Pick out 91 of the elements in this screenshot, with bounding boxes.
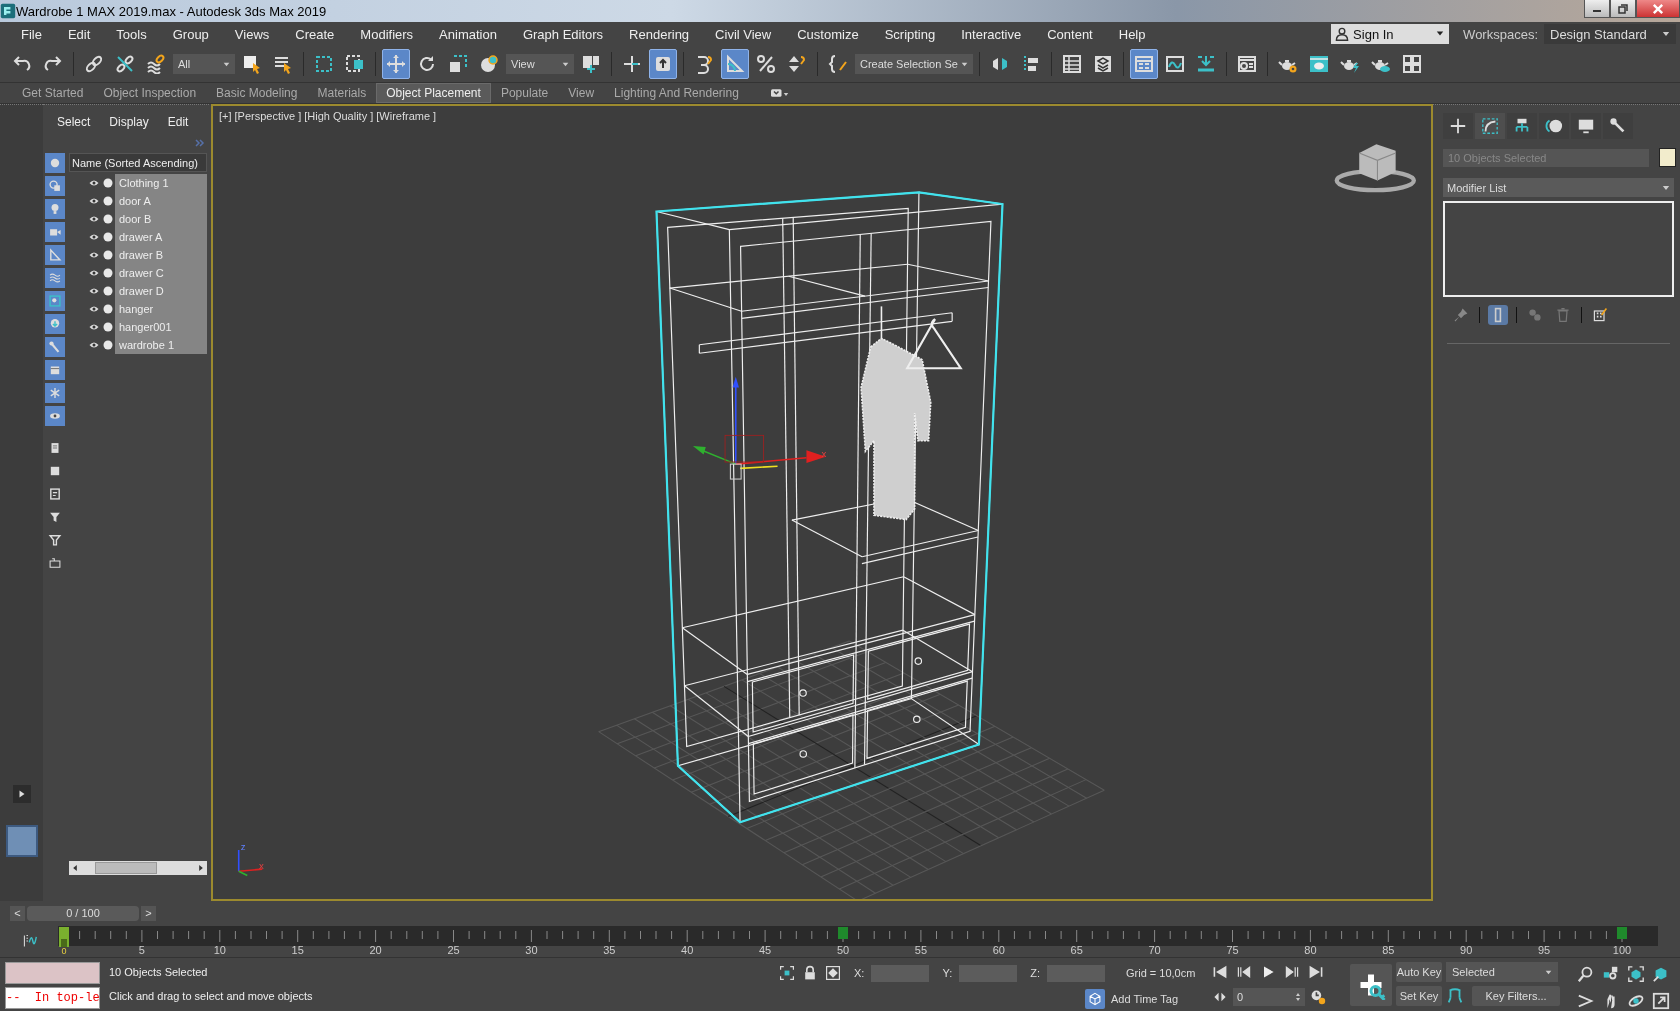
object-name[interactable]: hanger001 <box>115 318 207 336</box>
frame-label: 90 <box>1460 944 1473 956</box>
coordinate-label: X: <box>854 967 865 979</box>
menu-item[interactable]: Modifiers <box>347 26 427 42</box>
object-name[interactable]: hanger <box>115 300 207 318</box>
workspaces-dropdown[interactable]: Design Standard <box>1544 24 1676 44</box>
menu-item[interactable]: Scripting <box>871 26 949 42</box>
viewport-menu[interactable]: [Perspective ] <box>234 110 302 122</box>
menu-item[interactable]: Civil View <box>702 26 785 42</box>
selection-filter-dropdown[interactable]: All <box>173 54 235 74</box>
time-slider-thumb[interactable]: 0 / 100 <box>27 905 139 921</box>
frame-label: 45 <box>758 944 772 956</box>
object-name[interactable]: drawer B <box>115 246 207 264</box>
menu-item[interactable]: File <box>8 26 55 42</box>
menu-item[interactable]: Help <box>1105 26 1159 42</box>
key-filters-button[interactable]: Key Filters... <box>1472 986 1560 1006</box>
axis-label: x <box>259 860 264 872</box>
set-key-button[interactable]: Set Key <box>1396 986 1442 1006</box>
frame-label: 30 <box>525 944 538 956</box>
sign-in-button[interactable]: Sign In <box>1331 24 1450 44</box>
object-name[interactable]: door A <box>115 192 207 210</box>
add-time-tag-label[interactable]: Add Time Tag <box>1111 993 1179 1005</box>
frame-label: 35 <box>603 944 616 956</box>
coordinate-label: Z: <box>1030 967 1040 979</box>
menu-item[interactable]: Customize <box>784 26 872 42</box>
explorer-menu[interactable]: Display <box>109 115 149 133</box>
ribbon-tab[interactable]: Populate <box>490 83 559 103</box>
named-selection-set-dropdown[interactable]: Create Selection Se <box>855 54 973 74</box>
ribbon-tab[interactable]: Object Placement <box>376 83 491 103</box>
grid-size: Grid = 10,0cm <box>1126 967 1196 979</box>
explorer-menu[interactable]: Select <box>57 115 91 133</box>
reference-coordinate-system-dropdown[interactable]: View <box>506 54 574 74</box>
coordinate-label: Y: <box>942 967 953 979</box>
frame-label: 70 <box>1148 944 1161 956</box>
frame-label: 25 <box>447 944 460 956</box>
frame-label: 80 <box>1304 944 1317 956</box>
frame-label: 50 <box>836 944 850 956</box>
frame-label: 75 <box>1226 944 1239 956</box>
prompt-text: Click and drag to select and move objects <box>109 990 314 1002</box>
explorer-menu[interactable]: Edit <box>167 115 189 133</box>
ribbon-tab[interactable]: Materials <box>307 83 377 103</box>
ribbon-tab[interactable]: Object Inspection <box>93 83 207 103</box>
ribbon-tab[interactable]: Basic Modeling <box>206 83 308 103</box>
frame-label: 55 <box>914 944 928 956</box>
menu-item[interactable]: Edit <box>54 26 104 42</box>
previous-frame-button[interactable]: < <box>10 905 25 921</box>
frame-label: 95 <box>1537 944 1551 956</box>
selection-status: 10 Objects Selected <box>109 966 209 978</box>
object-name[interactable]: door B <box>115 210 207 228</box>
next-frame-button[interactable]: > <box>141 905 156 921</box>
frame-label: 65 <box>1070 944 1083 956</box>
axis-label: x <box>821 447 827 459</box>
frame-label: 85 <box>1382 944 1395 956</box>
menu-item[interactable]: Views <box>221 26 283 42</box>
object-name[interactable]: drawer A <box>115 228 207 246</box>
column-header[interactable]: Name (Sorted Ascending) <box>69 153 207 172</box>
frame-label: 10 <box>213 944 226 956</box>
key-mode-dropdown[interactable]: Selected <box>1446 962 1558 982</box>
maxscript-output-field[interactable]: -- In top-le <box>5 987 100 1009</box>
menu-item[interactable]: Group <box>159 26 222 42</box>
ribbon-tab[interactable]: Get Started <box>12 83 94 103</box>
menu-item[interactable]: Rendering <box>616 26 703 42</box>
axis-label: z <box>240 841 246 852</box>
current-frame-field[interactable]: 0 <box>1233 988 1305 1006</box>
ribbon-tab[interactable]: View <box>558 83 605 103</box>
workspaces-label: Workspaces: <box>1463 26 1538 42</box>
object-name[interactable]: wardrobe 1 <box>115 336 207 354</box>
object-name[interactable]: drawer D <box>115 282 207 300</box>
object-name[interactable]: drawer C <box>115 264 207 282</box>
frame-label: 40 <box>681 944 694 956</box>
object-name[interactable]: Clothing 1 <box>115 174 207 192</box>
menu-item[interactable]: Create <box>282 26 348 42</box>
viewport[interactable]: [+] [Perspective ] [High Quality ] [Wireframe ] x z x <box>211 104 1433 901</box>
frame-label: 5 <box>138 944 145 956</box>
menu-item[interactable]: Content <box>1034 26 1106 42</box>
frame-label: 0 <box>61 946 67 956</box>
menu-item[interactable]: Animation <box>426 26 510 42</box>
modifier-list-dropdown[interactable]: Modifier List <box>1443 178 1674 197</box>
window-title: Wardrobe 1 MAX 2019.max - Autodesk 3ds Max 2019 <box>16 3 328 19</box>
frame-label: 60 <box>992 944 1005 956</box>
auto-key-button[interactable]: Auto Key <box>1396 962 1442 982</box>
menu-item[interactable]: Interactive <box>948 26 1035 42</box>
menu-item[interactable]: Graph Editors <box>509 26 617 42</box>
ribbon-tab[interactable]: Lighting And Rendering <box>604 83 749 103</box>
frame-label: 20 <box>369 944 382 956</box>
menu-item[interactable]: Tools <box>103 26 160 42</box>
viewport-menu[interactable]: [Wireframe ] <box>376 110 437 122</box>
frame-label: 100 <box>1612 944 1632 956</box>
frame-label: 15 <box>291 944 304 956</box>
viewport-menu[interactable]: [High Quality ] <box>304 110 374 122</box>
viewport-menu[interactable]: [+] <box>219 110 232 122</box>
